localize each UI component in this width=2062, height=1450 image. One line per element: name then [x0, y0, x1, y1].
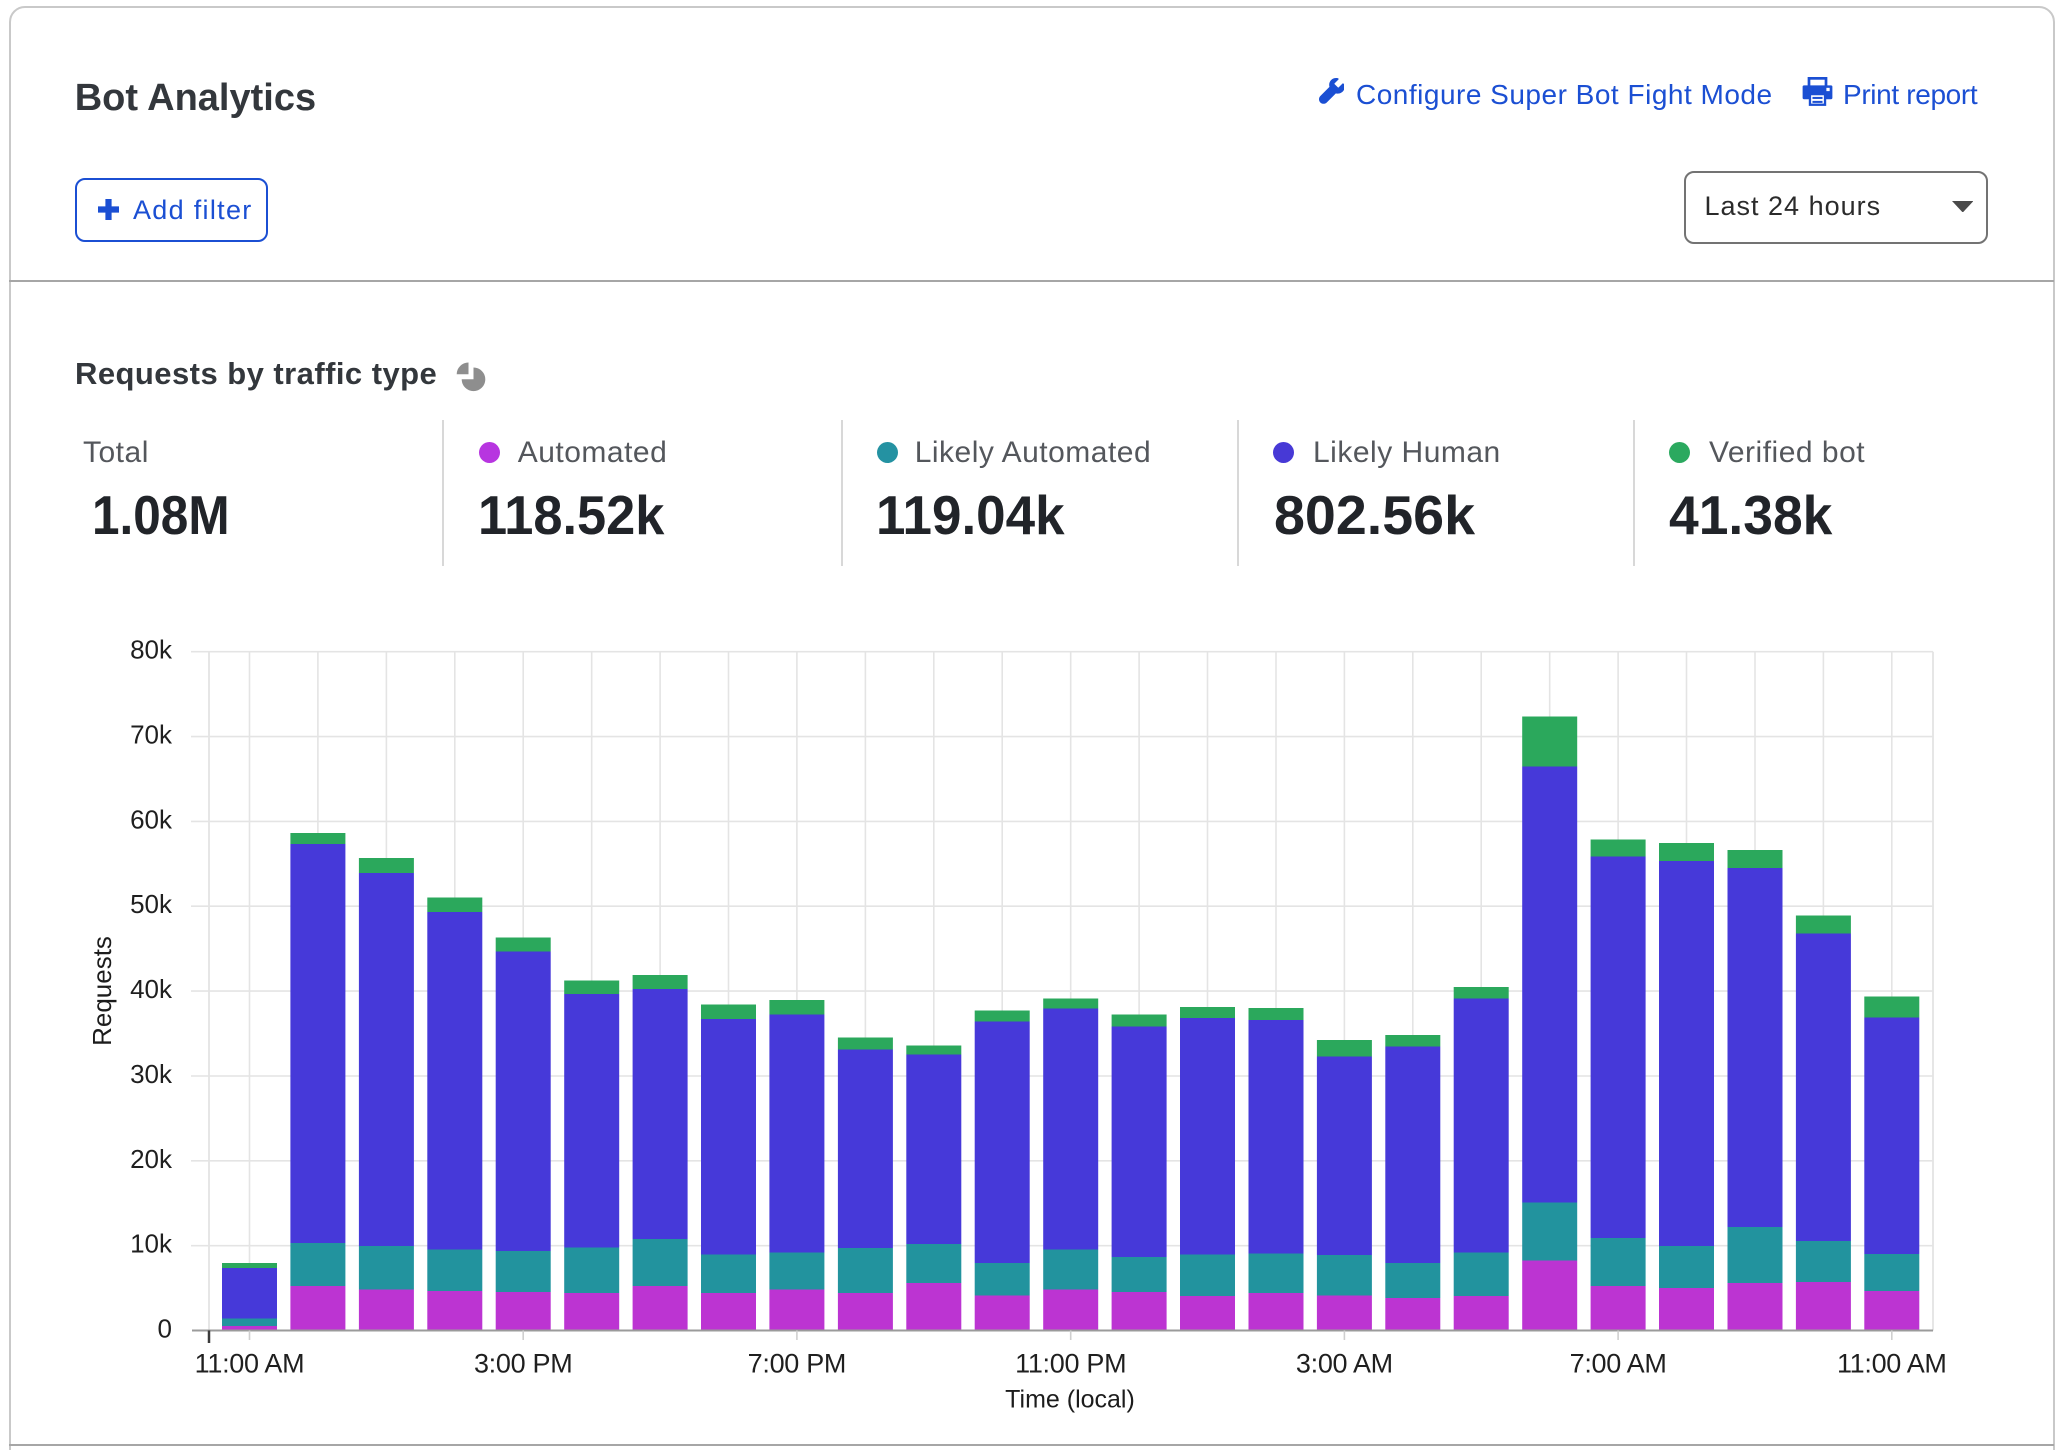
svg-text:Requests: Requests [87, 936, 117, 1046]
svg-text:20k: 20k [130, 1144, 173, 1174]
svg-text:10k: 10k [130, 1229, 173, 1259]
svg-text:0: 0 [158, 1314, 172, 1344]
svg-text:7:00 AM: 7:00 AM [1570, 1349, 1667, 1379]
svg-text:11:00 PM: 11:00 PM [1015, 1349, 1126, 1379]
svg-text:3:00 AM: 3:00 AM [1296, 1349, 1393, 1379]
svg-text:7:00 PM: 7:00 PM [748, 1349, 846, 1379]
svg-text:50k: 50k [130, 889, 173, 919]
svg-text:3:00 PM: 3:00 PM [474, 1349, 572, 1379]
svg-text:30k: 30k [130, 1059, 173, 1089]
svg-text:11:00 AM: 11:00 AM [195, 1349, 305, 1379]
svg-text:11:00 AM: 11:00 AM [1837, 1349, 1947, 1379]
svg-text:40k: 40k [130, 974, 173, 1004]
svg-text:70k: 70k [130, 720, 173, 750]
svg-text:Time (local): Time (local) [1005, 1386, 1135, 1414]
svg-text:80k: 80k [130, 635, 173, 665]
svg-text:60k: 60k [130, 804, 173, 834]
